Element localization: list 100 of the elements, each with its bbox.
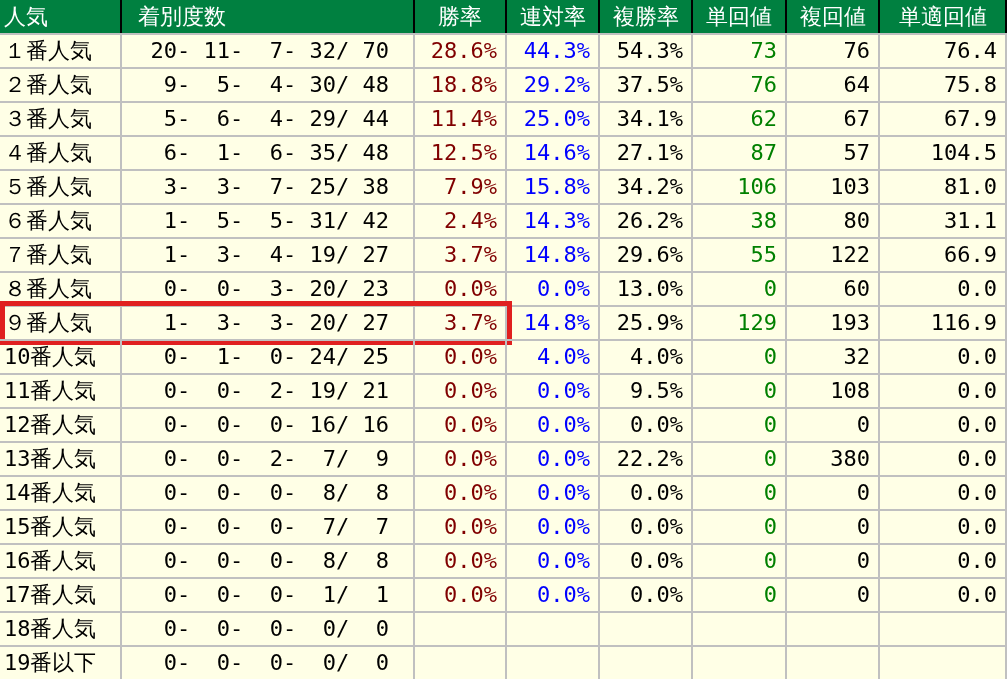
win-rate-cell: 11.4% [415, 103, 507, 135]
record-cell: 0- 0- 0- 8/ 8 [122, 477, 415, 509]
win-return-cell: 0 [693, 273, 787, 305]
record-cell: 9- 5- 4- 30/ 48 [122, 69, 415, 101]
rank-cell: ２番人気 [0, 69, 122, 101]
show-return-cell: 76 [787, 35, 880, 67]
adjusted-return-cell: 104.5 [880, 137, 1007, 169]
quinella-rate-cell: 14.3% [507, 205, 600, 237]
show-return-cell: 0 [787, 477, 880, 509]
rank-cell: ３番人気 [0, 103, 122, 135]
record-cell: 3- 3- 7- 25/ 38 [122, 171, 415, 203]
record-cell: 5- 6- 4- 29/ 44 [122, 103, 415, 135]
show-rate-cell: 0.0% [600, 511, 693, 543]
rank-cell: 11番人気 [0, 375, 122, 407]
quinella-rate-cell: 0.0% [507, 443, 600, 475]
column-header: 着別度数 [122, 0, 415, 33]
adjusted-return-cell: 0.0 [880, 443, 1007, 475]
adjusted-return-cell: 0.0 [880, 511, 1007, 543]
quinella-rate-cell: 14.8% [507, 239, 600, 271]
win-return-cell: 0 [693, 477, 787, 509]
rank-cell: 10番人気 [0, 341, 122, 373]
win-return-cell: 62 [693, 103, 787, 135]
column-header: 複勝率 [600, 0, 693, 33]
show-return-cell: 80 [787, 205, 880, 237]
record-cell: 0- 0- 2- 19/ 21 [122, 375, 415, 407]
rank-cell: 14番人気 [0, 477, 122, 509]
show-rate-cell: 27.1% [600, 137, 693, 169]
show-rate-cell: 29.6% [600, 239, 693, 271]
record-cell: 0- 0- 0- 16/ 16 [122, 409, 415, 441]
adjusted-return-cell: 0.0 [880, 545, 1007, 577]
rank-cell: １番人気 [0, 35, 122, 67]
win-return-cell: 76 [693, 69, 787, 101]
quinella-rate-cell: 0.0% [507, 477, 600, 509]
quinella-rate-cell: 14.8% [507, 307, 600, 339]
quinella-rate-cell: 0.0% [507, 375, 600, 407]
win-return-cell: 0 [693, 579, 787, 611]
win-rate-cell: 0.0% [415, 579, 507, 611]
win-rate-cell: 3.7% [415, 239, 507, 271]
show-return-cell: 0 [787, 545, 880, 577]
win-rate-cell: 0.0% [415, 375, 507, 407]
show-return-cell: 32 [787, 341, 880, 373]
show-return-cell: 0 [787, 579, 880, 611]
show-return-cell: 0 [787, 409, 880, 441]
win-return-cell: 73 [693, 35, 787, 67]
quinella-rate-cell: 44.3% [507, 35, 600, 67]
quinella-rate-cell: 0.0% [507, 273, 600, 305]
rank-cell: ５番人気 [0, 171, 122, 203]
record-cell: 1- 3- 3- 20/ 27 [122, 307, 415, 339]
record-cell: 0- 0- 0- 0/ 0 [122, 647, 415, 679]
adjusted-return-cell: 81.0 [880, 171, 1007, 203]
adjusted-return-cell: 66.9 [880, 239, 1007, 271]
win-return-cell: 87 [693, 137, 787, 169]
quinella-rate-cell: 0.0% [507, 511, 600, 543]
adjusted-return-cell: 0.0 [880, 341, 1007, 373]
adjusted-return-cell: 0.0 [880, 273, 1007, 305]
show-rate-cell: 13.0% [600, 273, 693, 305]
rank-cell: 12番人気 [0, 409, 122, 441]
win-return-cell: 0 [693, 511, 787, 543]
win-return-cell: 55 [693, 239, 787, 271]
adjusted-return-cell: 0.0 [880, 579, 1007, 611]
adjusted-return-cell: 75.8 [880, 69, 1007, 101]
win-return-cell: 38 [693, 205, 787, 237]
win-rate-cell: 12.5% [415, 137, 507, 169]
record-cell: 1- 3- 4- 19/ 27 [122, 239, 415, 271]
rank-cell: ９番人気 [0, 307, 122, 339]
win-rate-cell: 7.9% [415, 171, 507, 203]
column-header: 勝率 [415, 0, 507, 33]
record-cell: 0- 0- 2- 7/ 9 [122, 443, 415, 475]
quinella-rate-cell: 0.0% [507, 409, 600, 441]
win-rate-cell: 28.6% [415, 35, 507, 67]
win-return-cell: 129 [693, 307, 787, 339]
win-rate-cell: 0.0% [415, 443, 507, 475]
rank-cell: 16番人気 [0, 545, 122, 577]
adjusted-return-cell: 0.0 [880, 477, 1007, 509]
show-return-cell: 0 [787, 511, 880, 543]
show-return-cell: 103 [787, 171, 880, 203]
win-rate-cell: 3.7% [415, 307, 507, 339]
rank-cell: ６番人気 [0, 205, 122, 237]
column-header: 連対率 [507, 0, 600, 33]
win-rate-cell: 0.0% [415, 511, 507, 543]
show-return-cell: 122 [787, 239, 880, 271]
quinella-rate-cell: 14.6% [507, 137, 600, 169]
quinella-rate-cell: 15.8% [507, 171, 600, 203]
column-header: 複回値 [787, 0, 880, 33]
win-return-cell: 0 [693, 443, 787, 475]
win-rate-cell: 18.8% [415, 69, 507, 101]
show-return-cell: 380 [787, 443, 880, 475]
record-cell: 0- 0- 0- 0/ 0 [122, 613, 415, 645]
rank-cell: 19番以下 [0, 647, 122, 679]
win-rate-cell: 0.0% [415, 545, 507, 577]
show-rate-cell: 4.0% [600, 341, 693, 373]
quinella-rate-cell: 29.2% [507, 69, 600, 101]
show-rate-cell: 37.5% [600, 69, 693, 101]
show-return-cell: 67 [787, 103, 880, 135]
record-cell: 0- 0- 3- 20/ 23 [122, 273, 415, 305]
adjusted-return-cell: 31.1 [880, 205, 1007, 237]
record-cell: 20- 11- 7- 32/ 70 [122, 35, 415, 67]
column-header: 単適回値 [880, 0, 1007, 33]
show-return-cell: 57 [787, 137, 880, 169]
show-rate-cell: 22.2% [600, 443, 693, 475]
